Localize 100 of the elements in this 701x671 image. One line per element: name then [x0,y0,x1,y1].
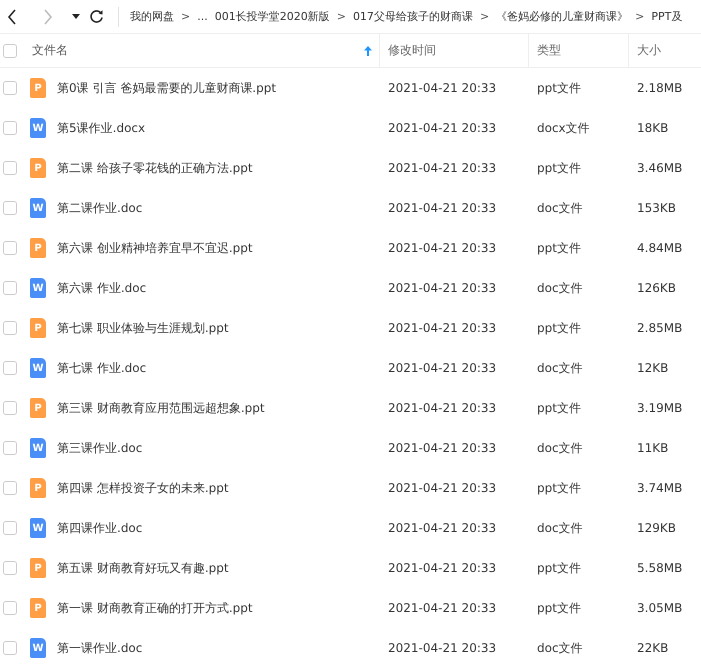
breadcrumb-item[interactable]: ... [197,10,208,23]
modified-time: 2021-04-21 20:33 [388,81,496,95]
row-checkbox[interactable] [3,441,17,455]
file-size: 3.74MB [637,481,682,495]
presentation-file-icon: P [30,238,46,258]
file-name[interactable]: 第5课作业.docx [57,120,146,136]
file-size: 2.85MB [637,321,682,335]
column-header[interactable]: 大小 [637,42,661,59]
file-name[interactable]: 第一课作业.doc [57,640,142,656]
file-name[interactable]: 第四课 怎样投资子女的未来.ppt [57,480,229,496]
file-name[interactable]: 第0课 引言 爸妈最需要的儿童财商课.ppt [57,80,276,96]
breadcrumb-item[interactable]: PPT及 [651,9,682,24]
breadcrumb-item[interactable]: 我的网盘 [130,9,174,24]
file-type: doc文件 [537,280,583,296]
breadcrumb-item[interactable]: 017父母给孩子的财商课 [352,9,473,24]
presentation-file-icon: P [30,478,46,498]
file-size: 129KB [637,521,676,535]
file-name[interactable]: 第四课作业.doc [57,520,142,536]
breadcrumb-separator: > [181,10,190,23]
file-size: 3.05MB [637,601,682,615]
refresh-icon[interactable] [89,9,104,24]
modified-time: 2021-04-21 20:33 [388,521,496,535]
file-size: 18KB [637,121,668,135]
column-header[interactable]: 类型 [537,42,561,59]
row-checkbox[interactable] [3,401,17,415]
row-checkbox[interactable] [3,481,17,495]
document-file-icon: W [30,278,46,298]
presentation-file-icon: P [30,398,46,418]
modified-time: 2021-04-21 20:33 [388,321,496,335]
breadcrumb-separator: > [480,10,490,23]
row-checkbox[interactable] [3,81,17,95]
row-checkbox[interactable] [3,641,17,655]
document-file-icon: W [30,518,46,538]
file-type: doc文件 [537,360,583,376]
modified-time: 2021-04-21 20:33 [388,361,496,375]
modified-time: 2021-04-21 20:33 [388,201,496,215]
file-size: 2.18MB [637,81,682,95]
modified-time: 2021-04-21 20:33 [388,241,496,255]
sort-ascending-icon[interactable] [364,46,372,56]
file-size: 3.46MB [637,161,682,175]
breadcrumb-separator: > [336,10,346,23]
row-checkbox[interactable] [3,521,17,535]
row-checkbox[interactable] [3,121,17,135]
modified-time: 2021-04-21 20:33 [388,561,496,575]
file-type: ppt文件 [537,240,581,256]
file-size: 3.19MB [637,401,682,415]
document-file-icon: W [30,118,46,138]
modified-time: 2021-04-21 20:33 [388,601,496,615]
file-type: doc文件 [537,440,583,456]
file-type: ppt文件 [537,160,581,176]
file-type: docx文件 [537,120,590,136]
file-type: ppt文件 [537,480,581,496]
row-checkbox[interactable] [3,281,17,295]
column-header[interactable]: 文件名 [32,42,68,59]
row-checkbox[interactable] [3,201,17,215]
presentation-file-icon: P [30,558,46,578]
file-name[interactable]: 第三课作业.doc [57,440,142,456]
row-checkbox[interactable] [3,241,17,255]
row-checkbox[interactable] [3,601,17,615]
file-name[interactable]: 第五课 财商教育好玩又有趣.ppt [57,560,229,576]
file-name[interactable]: 第七课 作业.doc [57,360,146,376]
row-checkbox[interactable] [3,361,17,375]
breadcrumb-item[interactable]: 《爸妈必修的儿童财商课》 [496,9,628,24]
file-name[interactable]: 第七课 职业体验与生涯规划.ppt [57,320,229,336]
modified-time: 2021-04-21 20:33 [388,481,496,495]
file-name[interactable]: 第六课 创业精神培养宜早不宜迟.ppt [57,240,253,256]
back-icon[interactable] [7,8,17,24]
forward-icon[interactable] [43,8,53,24]
dropdown-caret-icon[interactable] [72,14,80,19]
file-name[interactable]: 第二课 给孩子零花钱的正确方法.ppt [57,160,253,176]
file-name[interactable]: 第三课 财商教育应用范围远超想象.ppt [57,400,265,416]
select-all-checkbox[interactable] [3,44,17,58]
row-checkbox[interactable] [3,161,17,175]
file-type: doc文件 [537,520,583,536]
file-name[interactable]: 第二课作业.doc [57,200,142,216]
breadcrumb-item[interactable]: 001长投学堂2020新版 [214,9,330,24]
file-name[interactable]: 第一课 财商教育正确的打开方式.ppt [57,600,253,616]
row-checkbox[interactable] [3,561,17,575]
file-size: 4.84MB [637,241,682,255]
file-size: 11KB [637,441,668,455]
presentation-file-icon: P [30,318,46,338]
file-type: ppt文件 [537,560,581,576]
row-checkbox[interactable] [3,321,17,335]
file-size: 12KB [637,361,668,375]
file-type: doc文件 [537,200,583,216]
presentation-file-icon: P [30,158,46,178]
file-type: ppt文件 [537,80,581,96]
modified-time: 2021-04-21 20:33 [388,161,496,175]
column-header[interactable]: 修改时间 [388,42,436,59]
presentation-file-icon: P [30,78,46,98]
modified-time: 2021-04-21 20:33 [388,441,496,455]
file-type: ppt文件 [537,400,581,416]
file-size: 22KB [637,641,668,655]
file-type: doc文件 [537,640,583,656]
file-name[interactable]: 第六课 作业.doc [57,280,146,296]
document-file-icon: W [30,638,46,658]
breadcrumb-separator: > [635,10,644,23]
document-file-icon: W [30,438,46,458]
file-type: ppt文件 [537,600,581,616]
modified-time: 2021-04-21 20:33 [388,281,496,295]
